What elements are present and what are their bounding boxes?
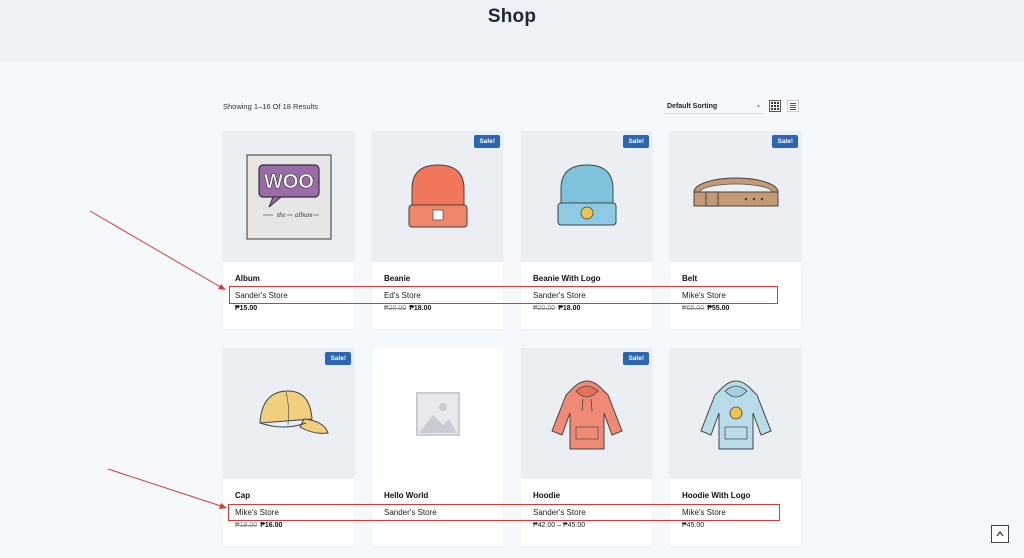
annotation-arrows [89, 210, 227, 509]
annotation-arrow-2 [107, 468, 225, 508]
arrow-head-1 [218, 284, 226, 290]
back-to-top-button[interactable] [991, 525, 1009, 543]
chevron-up-icon [996, 531, 1004, 537]
annotation-arrow-1 [89, 210, 225, 290]
arrow-head-2 [219, 503, 227, 509]
